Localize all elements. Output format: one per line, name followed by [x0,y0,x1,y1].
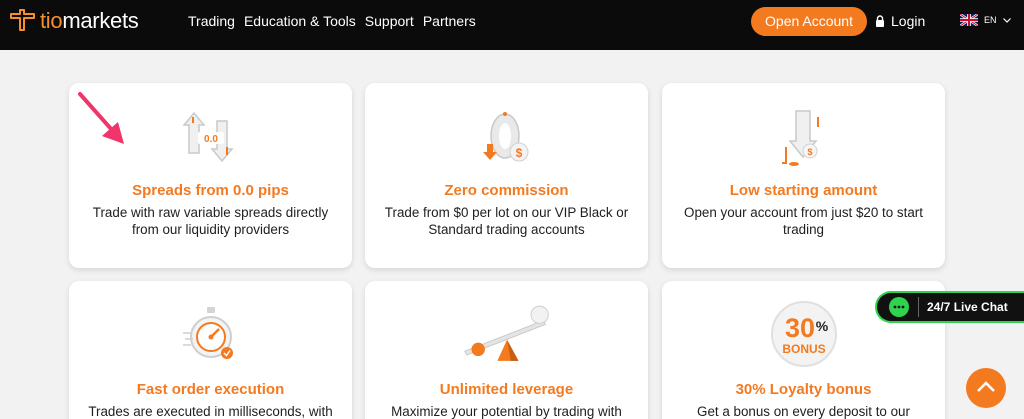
nav-trading[interactable]: Trading [188,13,235,29]
open-account-button[interactable]: Open Account [751,7,867,36]
logo-icon [10,9,35,31]
feature-card-fast-execution: Fast order execution Trades are executed… [69,281,352,419]
card-description: Maximize your potential by trading with [391,404,622,419]
language-label: EN [984,15,997,25]
card-title: Zero commission [444,182,569,199]
svg-text:0.0: 0.0 [204,134,218,145]
language-selector[interactable]: EN [960,14,1011,26]
card-description: Trade from $0 per lot on our VIP Black o… [384,205,629,237]
lock-icon [876,15,884,27]
svg-text:%: % [815,318,828,334]
nav-education-tools[interactable]: Education & Tools [244,13,356,29]
card-title: Low starting amount [729,182,878,199]
card-title: Spreads from 0.0 pips [132,182,289,199]
seesaw-icon [463,305,549,361]
card-description: Trade with raw variable spreads directly… [92,205,329,237]
chat-bubble-icon [889,297,909,317]
nav-support[interactable]: Support [365,13,414,29]
feature-card-low-starting-amount: $ Low starting amount Open your account … [662,83,945,268]
login-label: Login [891,13,926,29]
svg-text:30: 30 [784,313,814,343]
zero-commission-icon: $ [482,112,528,162]
card-title: 30% Loyalty bonus [735,381,872,398]
live-chat-label: 24/7 Live Chat [927,300,1008,314]
svg-text:$: $ [807,147,812,157]
bonus-badge-icon: 30 % BONUS [770,301,837,367]
live-chat-button[interactable]: 24/7 Live Chat [875,291,1024,323]
nav-partners[interactable]: Partners [423,13,476,29]
annotation-arrow-icon [78,92,124,144]
stopwatch-icon [182,307,233,359]
chevron-up-icon [977,381,995,392]
chevron-down-icon [1002,17,1011,23]
main-nav: Trading Education & Tools Support Partne… [188,13,485,29]
feature-card-unlimited-leverage: Unlimited leverage Maximize your potenti… [365,281,648,419]
low-starting-amount-icon: $ [781,110,819,166]
card-description: Get a bonus on every deposit to our [697,404,910,419]
tiomarkets-logo[interactable]: tiomarkets [8,6,139,36]
top-navbar: tiomarkets Trading Education & Tools Sup… [0,0,1024,50]
uk-flag-icon [960,14,978,26]
card-description: Open your account from just $20 to start… [684,205,923,237]
feature-card-zero-commission: $ Zero commission Trade from $0 per lot … [365,83,648,268]
scroll-to-top-button[interactable] [966,368,1006,408]
spreads-icon: 0.0 [181,111,234,163]
chat-divider [918,297,919,317]
card-title: Fast order execution [136,381,285,398]
svg-text:BONUS: BONUS [782,342,825,356]
logo-text: tiomarkets [40,8,139,33]
card-description: Trades are executed in milliseconds, wit… [88,404,333,419]
login-link[interactable]: Login [875,13,925,29]
svg-text:$: $ [515,146,522,160]
card-title: Unlimited leverage [439,381,574,398]
